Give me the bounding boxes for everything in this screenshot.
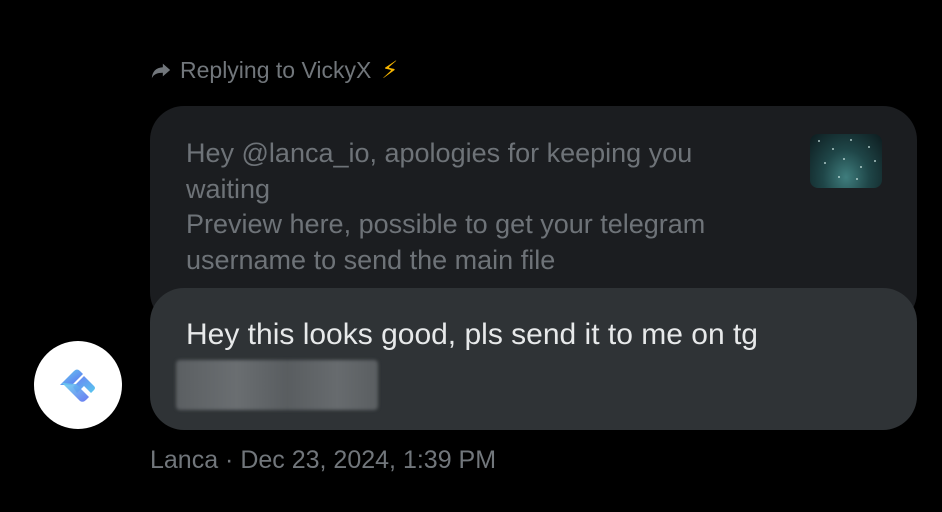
message-bubble[interactable]: Hey this looks good, pls send it to me o… bbox=[150, 288, 917, 430]
message-meta: Lanca · Dec 23, 2024, 1:39 PM bbox=[150, 446, 497, 474]
quoted-line: username to send the main file bbox=[186, 244, 556, 275]
quoted-message-text: Hey @lanca_io, apologies for keeping you… bbox=[186, 136, 786, 278]
avatar[interactable] bbox=[34, 341, 122, 429]
dm-conversation: Replying to VickyX ⚡ Hey @lanca_io, apol… bbox=[0, 0, 942, 512]
starfield-image-thumbnail[interactable] bbox=[810, 134, 882, 188]
quoted-line: Preview here, possible to get your teleg… bbox=[186, 209, 706, 239]
reply-label: Replying to VickyX bbox=[180, 56, 372, 83]
quoted-line: Hey @lanca_io, apologies for keeping you bbox=[186, 138, 693, 168]
lightning-bolt-icon: ⚡ bbox=[381, 56, 399, 84]
blurred-telegram-handle bbox=[176, 360, 378, 410]
reply-arrow-icon bbox=[151, 63, 171, 79]
quoted-line: waiting bbox=[186, 173, 271, 204]
reply-context: Replying to VickyX ⚡ bbox=[150, 54, 398, 86]
message-text: Hey this looks good, pls send it to me o… bbox=[186, 318, 758, 351]
lanca-logo-icon bbox=[60, 369, 95, 402]
